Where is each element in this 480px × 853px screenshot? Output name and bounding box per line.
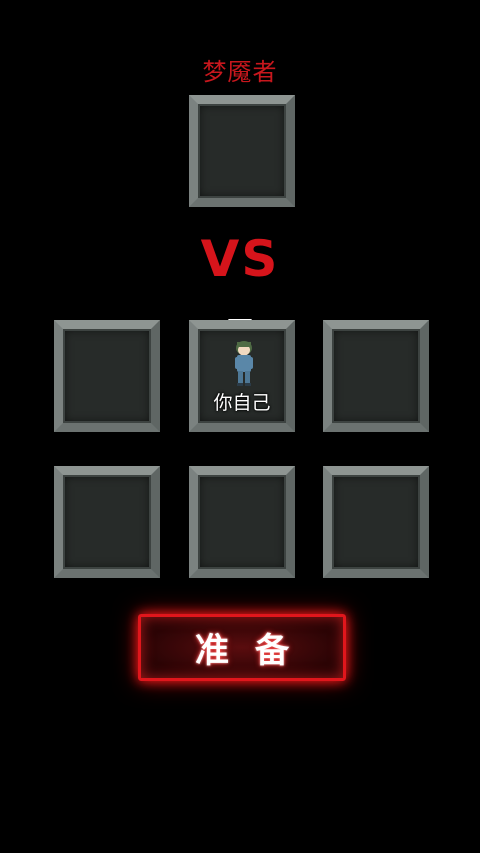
player-slot-4[interactable] <box>54 466 160 578</box>
ready-button[interactable]: 准备 <box>138 614 346 681</box>
player-slot-6[interactable] <box>323 466 429 578</box>
player-slot-2[interactable]: 你自己 <box>189 320 295 432</box>
player-avatar-icon <box>235 341 253 386</box>
player-name-label: 你自己 <box>213 392 271 414</box>
player-slot-3[interactable] <box>323 320 429 432</box>
nightmare-slot[interactable] <box>189 95 295 207</box>
player-slot-1[interactable] <box>54 320 160 432</box>
vs-label: VS <box>200 230 280 288</box>
ready-button-label: 准备 <box>195 631 315 671</box>
nightmare-title: 梦魇者 <box>202 58 278 86</box>
player-slot-5[interactable] <box>189 466 295 578</box>
